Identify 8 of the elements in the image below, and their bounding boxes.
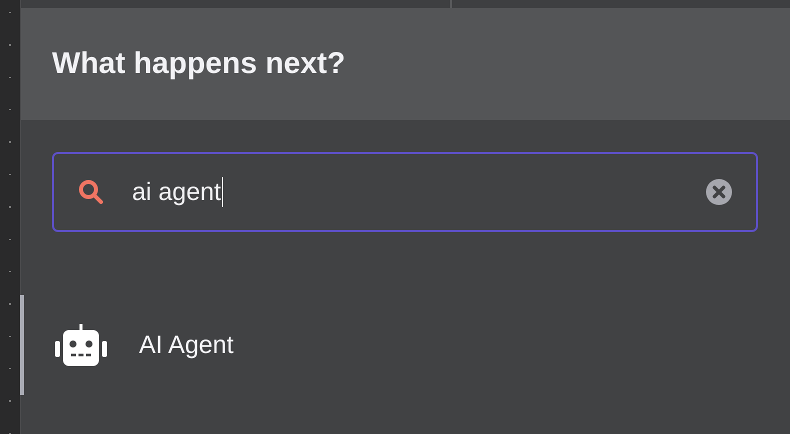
search-icon — [78, 179, 104, 205]
panel-title: What happens next? — [52, 47, 346, 81]
result-item[interactable]: AI Agent — [20, 295, 758, 395]
search-field[interactable]: ai agent — [52, 152, 758, 232]
result-label: AI Agent — [139, 330, 234, 360]
clear-icon[interactable] — [706, 179, 732, 205]
search-text: ai agent — [132, 178, 221, 206]
robot-icon — [55, 324, 107, 366]
